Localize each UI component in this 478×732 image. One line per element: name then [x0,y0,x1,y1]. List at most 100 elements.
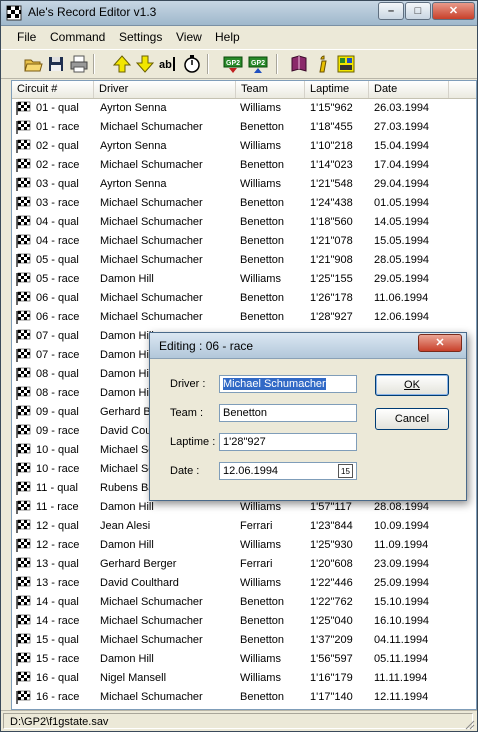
checkered-flag-icon [15,177,31,192]
ok-button[interactable]: OK [375,374,449,396]
team-field[interactable]: Benetton [219,404,357,422]
checkered-flag-icon [15,291,31,306]
table-row[interactable]: 03 - qual Ayrton Senna Williams 1'21"548 29.… [12,175,476,194]
menu-help[interactable]: Help [215,30,240,44]
cell-circuit: 15 - race [36,653,80,665]
stopwatch-icon[interactable] [182,54,202,74]
table-row[interactable]: 12 - qual Jean Alesi Ferrari 1'23"844 10.09.… [12,517,476,536]
col-header-team[interactable]: Team [236,81,305,98]
about-icon[interactable] [336,54,356,74]
arrow-up-icon[interactable] [112,54,132,74]
table-row[interactable]: 06 - qual Michael Schumacher Benetton 1'26"… [12,289,476,308]
cell-circuit: 12 - race [36,539,80,551]
table-row[interactable]: 02 - qual Ayrton Senna Williams 1'10"218 15.… [12,137,476,156]
table-row[interactable]: 15 - qual Michael Schumacher Benetton 1'37"… [12,631,476,650]
checkered-flag-icon [15,386,31,401]
cell-circuit: 06 - qual [36,292,79,304]
cell-driver: Damon Hill [100,653,154,665]
table-row[interactable]: 04 - qual Michael Schumacher Benetton 1'18"… [12,213,476,232]
import-gp2-icon[interactable]: GP2 [223,54,243,74]
cell-team: Benetton [240,216,285,228]
cell-date: 29.04.1994 [374,178,430,190]
dialog-close-button[interactable]: ✕ [418,334,462,352]
cell-driver: Michael Schumacher [100,311,203,323]
cell-circuit: 05 - qual [36,254,79,266]
toolbar-separator [276,54,278,74]
table-row[interactable]: 12 - race Damon Hill Williams 1'25"930 11.09… [12,536,476,555]
cell-driver: Michael Schumacher [100,159,203,171]
table-row[interactable]: 13 - qual Gerhard Berger Ferrari 1'20"608 23… [12,555,476,574]
close-button[interactable]: ✕ [432,2,475,20]
checkered-flag-icon [15,367,31,382]
cell-laptime: 1'15"962 [310,102,353,114]
driver-field[interactable]: Michael Schumacher [219,375,357,393]
table-row[interactable]: 03 - race Michael Schumacher Benetton 1'24"… [12,194,476,213]
checkered-flag-icon [15,310,31,325]
table-row[interactable]: 04 - race Michael Schumacher Benetton 1'21"… [12,232,476,251]
book-icon[interactable] [289,54,309,74]
cell-laptime: 1'26"178 [310,292,353,304]
cell-driver: Gerhard Berger [100,558,177,570]
table-row[interactable]: 05 - race Damon Hill Williams 1'25"155 29.05… [12,270,476,289]
checkered-flag-icon [15,120,31,135]
dialog-title-bar[interactable]: Editing : 06 - race ✕ [150,333,466,359]
edit-text-icon[interactable]: ab [158,54,178,74]
calendar-icon[interactable]: 15 [338,464,353,478]
print-icon[interactable] [69,54,89,74]
table-row[interactable]: 16 - qual Nigel Mansell Williams 1'16"179 11… [12,669,476,688]
table-row[interactable]: 15 - race Damon Hill Williams 1'56"597 05.11… [12,650,476,669]
table-row[interactable]: 01 - qual Ayrton Senna Williams 1'15"962 26.… [12,99,476,118]
table-row[interactable]: 01 - race Michael Schumacher Benetton 1'18"… [12,118,476,137]
table-row[interactable]: 13 - race David Coulthard Williams 1'22"446… [12,574,476,593]
menu-file[interactable]: File [17,30,36,44]
cell-laptime: 1'23"844 [310,520,353,532]
table-row[interactable]: 16 - race Michael Schumacher Benetton 1'17"… [12,688,476,707]
cell-driver: Michael Schumacher [100,254,203,266]
cell-driver: Damon Hill [100,273,154,285]
cancel-button[interactable]: Cancel [375,408,449,430]
menu-settings[interactable]: Settings [119,30,162,44]
table-row[interactable]: 05 - qual Michael Schumacher Benetton 1'21"… [12,251,476,270]
col-header-date[interactable]: Date [369,81,449,98]
cell-circuit: 14 - race [36,615,80,627]
cell-circuit: 16 - race [36,691,80,703]
info-icon[interactable] [313,54,333,74]
open-folder-icon[interactable] [23,54,43,74]
window-title: Ale's Record Editor v1.3 [28,5,157,19]
table-row[interactable]: 02 - race Michael Schumacher Benetton 1'14"… [12,156,476,175]
laptime-field[interactable]: 1'28"927 [219,433,357,451]
menu-command[interactable]: Command [50,30,105,44]
checkered-flag-icon [15,500,31,515]
resize-grip-icon[interactable] [463,718,475,730]
table-row[interactable]: 06 - race Michael Schumacher Benetton 1'28"… [12,308,476,327]
cell-team: Benetton [240,235,285,247]
cell-circuit: 10 - qual [36,444,79,456]
cell-team: Benetton [240,596,285,608]
edit-record-dialog: Editing : 06 - race ✕ Driver : Michael S… [149,332,467,501]
cell-laptime: 1'20"608 [310,558,353,570]
col-header-circuit[interactable]: Circuit # [12,81,94,98]
minimize-button[interactable]: – [378,2,404,20]
table-row[interactable]: 14 - qual Michael Schumacher Benetton 1'22"… [12,593,476,612]
arrow-down-icon[interactable] [135,54,155,74]
checkered-flag-app-icon [6,5,22,21]
col-header-laptime[interactable]: Laptime [305,81,369,98]
cell-laptime: 1'21"548 [310,178,353,190]
date-field[interactable]: 12.06.1994 [219,462,357,480]
table-row[interactable]: 14 - race Michael Schumacher Benetton 1'25"… [12,612,476,631]
date-label: Date : [170,465,200,477]
title-bar[interactable]: Ale's Record Editor v1.3 – □ ✕ [1,1,477,26]
export-gp2-icon[interactable]: GP2 [248,54,268,74]
cell-circuit: 04 - race [36,235,80,247]
cell-date: 23.09.1994 [374,558,430,570]
checkered-flag-icon [15,538,31,553]
cell-team: Williams [240,273,281,285]
checkered-flag-icon [15,671,31,686]
cell-circuit: 15 - qual [36,634,79,646]
cell-date: 28.05.1994 [374,254,430,266]
col-header-driver[interactable]: Driver [94,81,236,98]
menu-view[interactable]: View [176,30,202,44]
save-icon[interactable] [46,54,66,74]
cell-laptime: 1'14"023 [310,159,353,171]
maximize-button[interactable]: □ [405,2,431,20]
